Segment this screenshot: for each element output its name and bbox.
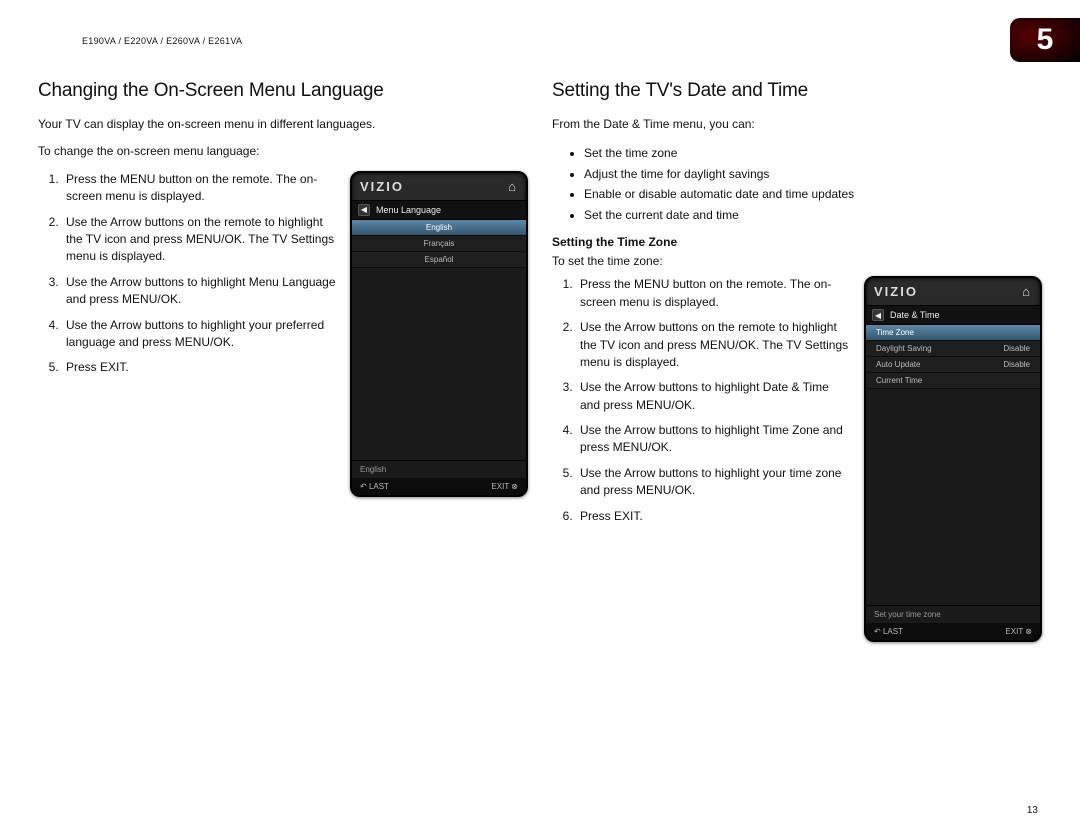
model-numbers: E190VA / E220VA / E260VA / E261VA xyxy=(82,36,242,46)
right-content-row: Press the MENU button on the remote. The… xyxy=(552,276,1042,642)
osd-datetime-panel: VIZIO ⌂ ◀ Date & Time Time Zone Daylight… xyxy=(864,276,1042,642)
back-icon: ◀ xyxy=(358,204,370,216)
step-item: Press EXIT. xyxy=(576,508,852,525)
bullet-item: Set the time zone xyxy=(584,143,1042,163)
right-column: Setting the TV's Date and Time From the … xyxy=(552,80,1042,794)
osd-row-autoupdate: Auto Update Disable xyxy=(866,357,1040,373)
osd-last: ↶ LAST xyxy=(874,627,903,636)
step-item: Use the Arrow buttons to highlight your … xyxy=(576,465,852,500)
step-item: Press the MENU button on the remote. The… xyxy=(62,171,338,206)
section-heading-datetime: Setting the TV's Date and Time xyxy=(552,80,1042,102)
osd-title: Date & Time xyxy=(890,310,940,320)
page-number: 13 xyxy=(1027,805,1038,816)
step-item: Use the Arrow buttons on the remote to h… xyxy=(62,214,338,266)
back-icon: ◀ xyxy=(872,309,884,321)
osd-exit: EXIT ⊗ xyxy=(1005,627,1032,636)
language-steps: Press the MENU button on the remote. The… xyxy=(62,171,338,377)
bullet-item: Adjust the time for daylight savings xyxy=(584,164,1042,184)
osd-brand: VIZIO xyxy=(360,179,404,194)
subsection-heading: Setting the Time Zone xyxy=(552,235,1042,249)
intro-text: From the Date & Time menu, you can: xyxy=(552,116,1042,133)
osd-row-label: Daylight Saving xyxy=(876,344,932,353)
left-content-row: Press the MENU button on the remote. The… xyxy=(38,171,528,497)
sub-lead-text: To set the time zone: xyxy=(552,253,1042,270)
step-item: Use the Arrow buttons on the remote to h… xyxy=(576,319,852,371)
step-item: Press EXIT. xyxy=(62,359,338,376)
osd-brand: VIZIO xyxy=(874,284,918,299)
osd-header: VIZIO ⌂ xyxy=(866,278,1040,306)
osd-exit: EXIT ⊗ xyxy=(491,482,518,491)
osd-header: VIZIO ⌂ xyxy=(352,173,526,201)
osd-row-label: Current Time xyxy=(876,376,922,385)
home-icon: ⌂ xyxy=(1022,284,1032,299)
osd-row-label: Auto Update xyxy=(876,360,920,369)
lead-text: To change the on-screen menu language: xyxy=(38,143,528,160)
osd-body: Time Zone Daylight Saving Disable Auto U… xyxy=(866,325,1040,605)
osd-row-label: Time Zone xyxy=(876,328,914,337)
osd-row-value: Disable xyxy=(1003,344,1030,353)
osd-title-row: ◀ Menu Language xyxy=(352,201,526,220)
chapter-badge: 5 xyxy=(1010,18,1080,62)
content-columns: Changing the On-Screen Menu Language You… xyxy=(38,80,1042,794)
osd-item-espanol: Español xyxy=(352,252,526,268)
osd-last: ↶ LAST xyxy=(360,482,389,491)
osd-row-currenttime: Current Time xyxy=(866,373,1040,389)
step-item: Use the Arrow buttons to highlight Time … xyxy=(576,422,852,457)
osd-title: Menu Language xyxy=(376,205,441,215)
osd-row-daylight: Daylight Saving Disable xyxy=(866,341,1040,357)
steps-container: Press the MENU button on the remote. The… xyxy=(38,171,338,385)
bullet-item: Enable or disable automatic date and tim… xyxy=(584,184,1042,204)
section-heading-language: Changing the On-Screen Menu Language xyxy=(38,80,528,102)
bullet-item: Set the current date and time xyxy=(584,205,1042,225)
step-item: Press the MENU button on the remote. The… xyxy=(576,276,852,311)
left-column: Changing the On-Screen Menu Language You… xyxy=(38,80,528,794)
osd-footer: ↶ LAST EXIT ⊗ xyxy=(866,623,1040,640)
osd-row-timezone: Time Zone xyxy=(866,325,1040,341)
feature-bullets: Set the time zone Adjust the time for da… xyxy=(584,143,1042,225)
osd-status: English xyxy=(352,460,526,478)
osd-row-value: Disable xyxy=(1003,360,1030,369)
steps-container: Press the MENU button on the remote. The… xyxy=(552,276,852,533)
osd-body: English Français Español xyxy=(352,220,526,460)
osd-footer: ↶ LAST EXIT ⊗ xyxy=(352,478,526,495)
osd-item-english: English xyxy=(352,220,526,236)
intro-text: Your TV can display the on-screen menu i… xyxy=(38,116,528,133)
step-item: Use the Arrow buttons to highlight Date … xyxy=(576,379,852,414)
timezone-steps: Press the MENU button on the remote. The… xyxy=(576,276,852,525)
osd-language-panel: VIZIO ⌂ ◀ Menu Language English Français… xyxy=(350,171,528,497)
osd-item-francais: Français xyxy=(352,236,526,252)
osd-status: Set your time zone xyxy=(866,605,1040,623)
step-item: Use the Arrow buttons to highlight your … xyxy=(62,317,338,352)
home-icon: ⌂ xyxy=(508,179,518,194)
step-item: Use the Arrow buttons to highlight Menu … xyxy=(62,274,338,309)
osd-title-row: ◀ Date & Time xyxy=(866,306,1040,325)
